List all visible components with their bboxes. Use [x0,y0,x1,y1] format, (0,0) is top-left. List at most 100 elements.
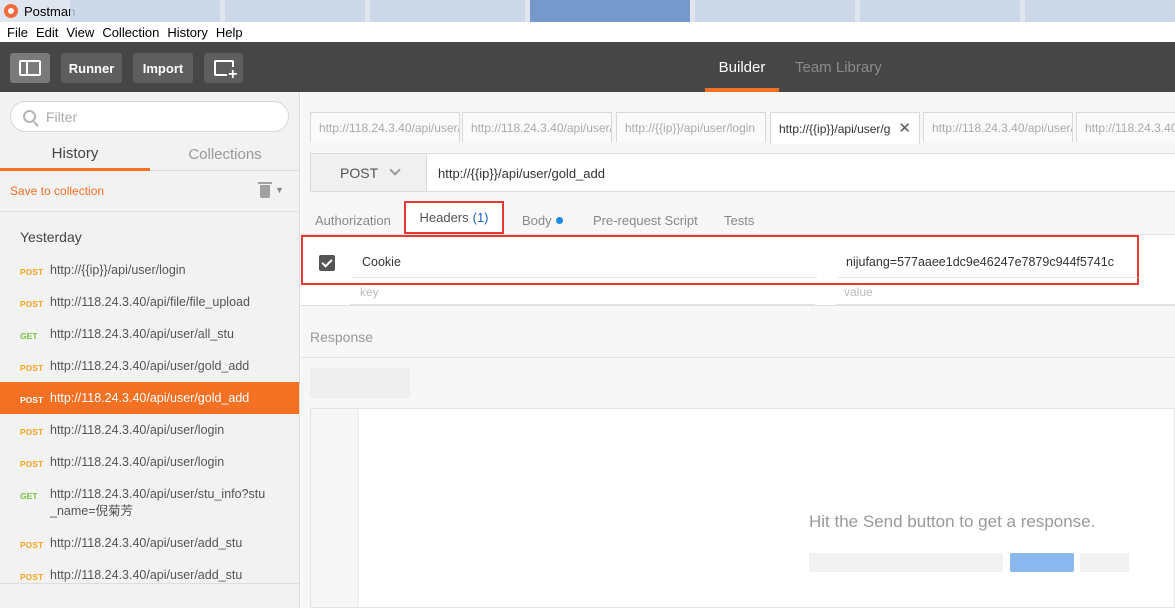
history-item[interactable]: POST http://118.24.3.40/api/user/add_stu [0,527,299,559]
history-item-url: http://118.24.3.40/api/user/gold_add [50,359,250,373]
close-icon[interactable]: ✕ [898,119,911,137]
method-select[interactable]: POST [311,154,427,191]
title-bar: Postman [0,0,1175,22]
background-tab-ghost [1025,0,1175,22]
search-icon [23,110,36,123]
history-item[interactable]: POST http://118.24.3.40/api/file/file_upl… [0,286,299,318]
request-tab-label: http://118.24.3.40 [1085,120,1175,135]
trash-icon [258,182,272,184]
history-item-url: http://118.24.3.40/api/user/add_stu [50,536,243,550]
history-group-label: Yesterday [20,229,82,245]
import-button[interactable]: Import [133,53,193,83]
tab-body[interactable]: Body [522,205,563,235]
menu-view[interactable]: View [62,25,98,40]
history-item[interactable]: POST http://118.24.3.40/api/user/login [0,414,299,446]
request-tab-label: http://{{ip}}/api/user/g [779,121,891,136]
menu-history[interactable]: History [163,25,211,40]
tab-history[interactable]: History [0,138,150,171]
new-header-key-input[interactable]: key [360,285,379,299]
menu-help[interactable]: Help [212,25,247,40]
url-input[interactable]: http://{{ip}}/api/user/gold_add [438,166,605,181]
key-underline [350,304,815,305]
filter-box[interactable] [10,101,289,132]
request-tab-label: http://{{ip}}/api/user/login [625,120,756,135]
chevron-down-icon: ▼ [275,185,284,195]
new-window-icon [213,60,239,83]
header-enabled-checkbox[interactable] [319,255,335,271]
save-to-collection-link[interactable]: Save to collection [10,184,104,198]
history-item-url: http://118.24.3.40/api/file/file_upload [50,295,250,309]
request-tab[interactable]: http://{{ip}}/api/user/login [616,112,766,142]
history-item-url: http://118.24.3.40/api/user/stu_info?stu… [50,487,266,518]
menu-collection[interactable]: Collection [98,25,163,40]
background-tab-ghost [530,0,690,22]
menu-file[interactable]: File [3,25,32,40]
background-tab-ghost [860,0,1020,22]
delete-history-button[interactable]: ▼ [258,182,284,200]
tab-pre-request-script[interactable]: Pre-request Script [593,205,698,235]
new-tab-button[interactable] [204,53,243,83]
new-header-value-input[interactable]: value [844,285,873,299]
header-key-input[interactable]: Cookie [352,246,817,278]
menu-edit[interactable]: Edit [32,25,62,40]
response-placeholder-bar [1080,553,1129,572]
window-title: Postman [24,3,76,19]
request-tab[interactable]: http://118.24.3.40/api/user/ [462,112,612,142]
response-toolbar-placeholder [310,368,410,398]
request-builder: http://118.24.3.40/api/user/http://118.2… [301,92,1175,608]
history-item[interactable]: POST http://118.24.3.40/api/user/login [0,446,299,478]
background-tab-ghost [225,0,365,22]
tab-headers[interactable]: Headers (1) [404,201,504,234]
history-actions: Save to collection ▼ [0,172,299,212]
headers-count-badge: (1) [472,210,489,225]
toggle-sidebar-button[interactable] [10,53,50,83]
method-value: POST [340,164,379,181]
response-empty-message: Hit the Send button to get a response. [809,512,1096,531]
tab-tests[interactable]: Tests [724,205,754,235]
request-tab[interactable]: http://118.24.3.40 [1076,112,1175,142]
history-item-method: POST [20,395,44,405]
menu-bar: File Edit View Collection History Help [0,22,1175,42]
history-item[interactable]: GET http://118.24.3.40/api/user/all_stu [0,318,299,350]
history-item-method: POST [20,363,44,373]
sidebar-divider [0,583,299,584]
response-placeholder-button [1010,553,1074,572]
history-item-method: GET [20,491,38,501]
sidebar-icon [19,60,41,76]
history-item[interactable]: GET http://118.24.3.40/api/user/stu_info?… [0,478,299,527]
header-value-input[interactable]: nijufang=577aaee1dc9e46247e7879c944f5741… [838,246,1138,278]
response-gutter [311,409,359,607]
history-item-method: POST [20,267,44,277]
filter-input[interactable] [46,108,266,125]
tab-headers-label: Headers [419,210,469,225]
tab-builder[interactable]: Builder [705,42,779,92]
postman-logo-icon [4,4,18,18]
request-tab[interactable]: http://{{ip}}/api/user/g ✕ [770,112,920,144]
response-divider [301,357,1175,358]
history-list: POST http://{{ip}}/api/user/login POST http… [0,254,299,591]
header-row: Cookie nijufang=577aaee1dc9e46247e7879c9… [301,235,1139,285]
tab-collections[interactable]: Collections [150,138,300,171]
request-tab-label: http://118.24.3.40/api/user/ [471,120,612,135]
trash-icon-body [260,185,270,198]
history-item[interactable]: POST http://118.24.3.40/api/user/gold_add [0,350,299,382]
request-tab[interactable]: http://118.24.3.40/api/user/ [923,112,1073,142]
request-tab-label: http://118.24.3.40/api/user/ [932,120,1073,135]
runner-button[interactable]: Runner [61,53,122,83]
url-bar: POST http://{{ip}}/api/user/gold_add [310,153,1175,192]
background-tab-ghost [695,0,855,22]
sidebar: History Collections Save to collection ▼… [0,92,300,608]
history-item[interactable]: POST http://118.24.3.40/api/user/add_stu [0,559,299,591]
history-item-url: http://{{ip}}/api/user/login [50,263,186,277]
history-item-method: POST [20,540,44,550]
request-tab[interactable]: http://118.24.3.40/api/user/ [310,112,460,142]
history-item[interactable]: POST http://{{ip}}/api/user/login [0,254,299,286]
value-underline [836,304,1175,305]
tab-body-label: Body [522,212,552,228]
tab-team-library[interactable]: Team Library [795,42,882,92]
background-tab-ghost [70,0,220,22]
history-item[interactable]: POST http://118.24.3.40/api/user/gold_add [0,382,299,414]
tab-authorization[interactable]: Authorization [315,205,391,235]
response-pane: Hit the Send button to get a response. [310,408,1175,608]
body-indicator-dot [555,216,563,224]
